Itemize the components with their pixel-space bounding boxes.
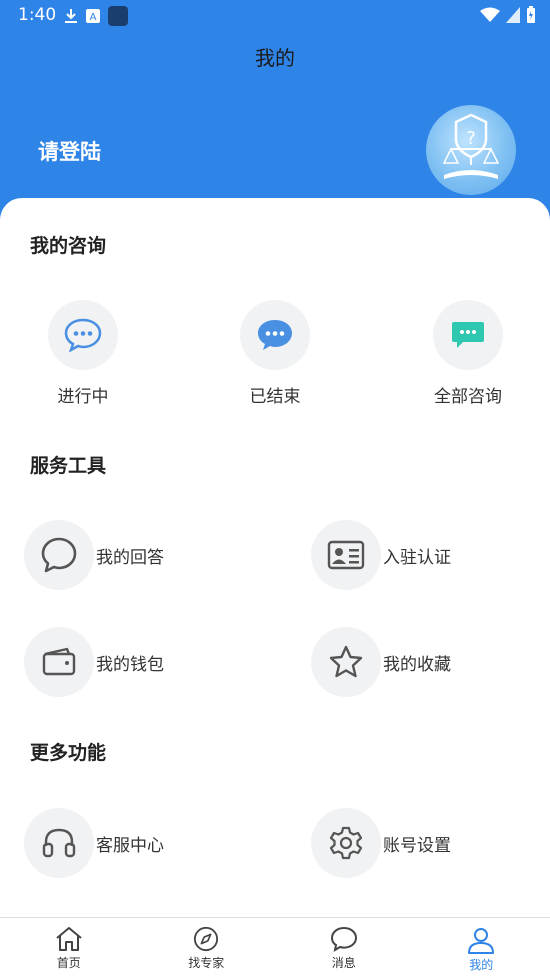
tab-home[interactable]: 首页: [0, 918, 138, 979]
battery-icon: [527, 6, 535, 23]
page-title: 我的: [255, 46, 295, 70]
comment-icon: [41, 537, 77, 573]
consult-label: 进行中: [57, 387, 109, 407]
tab-messages[interactable]: 消息: [275, 918, 413, 979]
consult-in-progress[interactable]: 进行中: [23, 300, 143, 407]
consult-section-title: 我的咨询: [30, 235, 107, 257]
star-icon: [329, 645, 363, 678]
more-customer-service[interactable]: 客服中心: [24, 808, 164, 878]
login-prompt[interactable]: 请登陆: [38, 136, 101, 166]
tool-icon-circle: [24, 520, 94, 590]
tool-favorites[interactable]: 我的收藏: [311, 627, 451, 697]
consult-icon-circle: [433, 300, 503, 370]
status-time: 1:40: [18, 5, 57, 25]
bottom-tab-bar: 首页 找专家 消息 我的: [0, 917, 550, 979]
tools-section-title: 服务工具: [30, 455, 107, 477]
tab-find-expert[interactable]: 找专家: [138, 918, 276, 979]
chat-bubble-filled-icon: [258, 320, 292, 350]
wifi-icon: [480, 7, 500, 22]
consult-finished[interactable]: 已结束: [215, 300, 335, 407]
tool-label: 我的回答: [96, 547, 164, 568]
tab-label: 消息: [331, 956, 356, 970]
download-icon: [65, 9, 77, 23]
status-bar: 1:40 A: [0, 0, 550, 30]
tool-icon-circle: [311, 520, 381, 590]
svg-text:A: A: [90, 12, 97, 23]
status-system-icons: [480, 6, 536, 24]
consult-label: 全部咨询: [434, 387, 502, 407]
tool-wallet[interactable]: 我的钱包: [24, 627, 164, 697]
chat-bubble-green-icon: [452, 322, 484, 348]
tab-label: 首页: [56, 956, 81, 970]
tool-label: 账号设置: [383, 835, 451, 856]
avatar[interactable]: ?: [426, 105, 516, 195]
tool-icon-circle: [24, 808, 94, 878]
signal-icon: [506, 7, 520, 23]
consult-all[interactable]: 全部咨询: [408, 300, 528, 407]
consult-label: 已结束: [249, 387, 301, 407]
user-icon: [468, 928, 495, 954]
app-square-icon: [108, 6, 128, 26]
chat-bubble-outline-icon: [64, 318, 102, 352]
headset-icon: [42, 828, 76, 858]
wallet-icon: [42, 647, 76, 676]
a-badge-icon: A: [86, 9, 100, 23]
header-background: 1:40 A 我的 请登陆 ?: [0, 0, 550, 230]
message-icon: [330, 926, 357, 952]
more-account-settings[interactable]: 账号设置: [311, 808, 451, 878]
tool-icon-circle: [24, 627, 94, 697]
law-scale-icon: ?: [442, 113, 500, 179]
tool-label: 我的收藏: [383, 654, 451, 675]
tool-label: 客服中心: [96, 835, 164, 856]
tool-label: 入驻认证: [383, 547, 451, 568]
content-card: 我的咨询 进行中 已结束 全部咨询 服务工具 我的回答 入驻认证 我的钱包 我的…: [0, 198, 550, 918]
compass-icon: [194, 926, 219, 952]
tab-label: 我的: [469, 958, 494, 972]
tab-label: 找专家: [188, 956, 225, 970]
consult-icon-circle: [240, 300, 310, 370]
tool-icon-circle: [311, 627, 381, 697]
status-notification-icons: A: [64, 6, 128, 26]
svg-text:?: ?: [466, 128, 476, 149]
home-icon: [56, 927, 82, 951]
tool-icon-circle: [311, 808, 381, 878]
tool-certification[interactable]: 入驻认证: [311, 520, 451, 590]
settings-gear-icon: [329, 826, 363, 860]
id-card-icon: [327, 540, 365, 570]
more-section-title: 更多功能: [30, 742, 107, 764]
tool-label: 我的钱包: [96, 654, 164, 675]
tab-mine[interactable]: 我的: [413, 918, 550, 979]
consult-icon-circle: [48, 300, 118, 370]
tool-my-answers[interactable]: 我的回答: [24, 520, 164, 590]
